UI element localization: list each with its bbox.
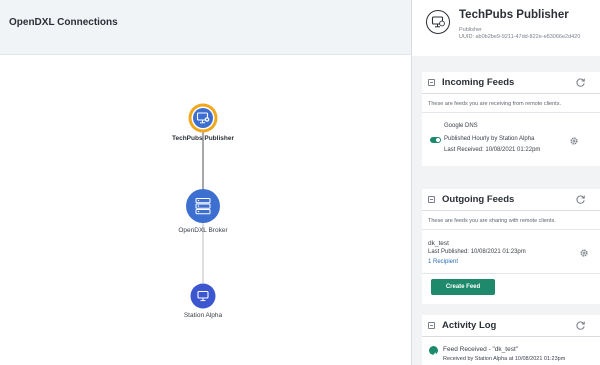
- publisher-name: TechPubs Publisher: [459, 9, 569, 21]
- activity-entry-detail: Received by Station Alpha at 10/08/2021 …: [443, 356, 566, 362]
- connections-panel: OpenDXL Connections TechPubs Publisher O…: [0, 0, 411, 365]
- gear-icon[interactable]: [579, 248, 589, 258]
- node-techpubs-publisher[interactable]: [188, 103, 218, 133]
- connection-graph: TechPubs Publisher OpenDXL Broker Statio…: [0, 55, 411, 365]
- node-label-station: Station Alpha: [183, 312, 223, 319]
- outgoing-feeds-title: Outgoing Feeds: [442, 194, 515, 205]
- collapse-icon[interactable]: [428, 79, 435, 86]
- publisher-type: Publisher: [459, 27, 482, 33]
- separator: [422, 273, 600, 274]
- publisher-monitor-icon: [426, 10, 450, 34]
- outgoing-feeds-header: Outgoing Feeds: [422, 189, 600, 211]
- activity-log-header: Activity Log: [422, 315, 600, 337]
- gear-icon[interactable]: [569, 136, 579, 146]
- create-feed-button[interactable]: Create Feed: [431, 279, 495, 295]
- publisher-summary: TechPubs Publisher Publisher UUID: ab0b2…: [412, 0, 600, 56]
- collapse-icon[interactable]: [428, 322, 435, 329]
- node-label-broker: OpenDXL Broker: [178, 227, 228, 234]
- refresh-icon[interactable]: [575, 77, 586, 88]
- details-panel: TechPubs Publisher Publisher UUID: ab0b2…: [412, 0, 600, 365]
- node-label-publisher: TechPubs Publisher: [171, 135, 234, 142]
- outgoing-feed-name: dk_test: [428, 240, 449, 247]
- connections-header: OpenDXL Connections: [0, 0, 411, 55]
- activity-log-card: Activity Log Feed Received - "dk_test" R…: [422, 315, 600, 365]
- outgoing-feeds-description: These are feeds you are sharing with rem…: [428, 218, 556, 224]
- app-root: OpenDXL Connections TechPubs Publisher O…: [0, 0, 600, 365]
- collapse-icon[interactable]: [428, 196, 435, 203]
- incoming-feeds-description: These are feeds you are receiving from r…: [428, 101, 561, 107]
- outgoing-feed-published: Last Published: 10/08/2021 01:23pm: [428, 249, 526, 255]
- connections-title: OpenDXL Connections: [9, 17, 118, 28]
- node-opendxl-broker[interactable]: [186, 189, 220, 223]
- incoming-feeds-header: Incoming Feeds: [422, 72, 600, 94]
- incoming-feed-toggle[interactable]: [430, 137, 441, 143]
- incoming-feeds-card: Incoming Feeds These are feeds you are r…: [422, 72, 600, 166]
- outgoing-feed-recipients-link[interactable]: 1 Recipient: [428, 259, 458, 265]
- incoming-feed-name: Google DNS: [444, 123, 478, 129]
- incoming-feeds-title: Incoming Feeds: [442, 77, 515, 88]
- success-check-icon: [429, 346, 438, 357]
- incoming-feed-received: Last Received: 10/08/2021 01:22pm: [444, 147, 541, 153]
- separator: [422, 229, 600, 230]
- incoming-feed-schedule: Published Hourly by Station Alpha: [444, 136, 535, 142]
- activity-log-title: Activity Log: [442, 320, 497, 331]
- separator: [422, 112, 600, 113]
- node-station-alpha[interactable]: [190, 283, 216, 309]
- refresh-icon[interactable]: [575, 320, 586, 331]
- activity-entry-title: Feed Received - "dk_test": [443, 346, 519, 353]
- refresh-icon[interactable]: [575, 194, 586, 205]
- publisher-uuid: UUID: ab0b2be9-9211-47dd-822e-e83066e2d4…: [459, 34, 581, 40]
